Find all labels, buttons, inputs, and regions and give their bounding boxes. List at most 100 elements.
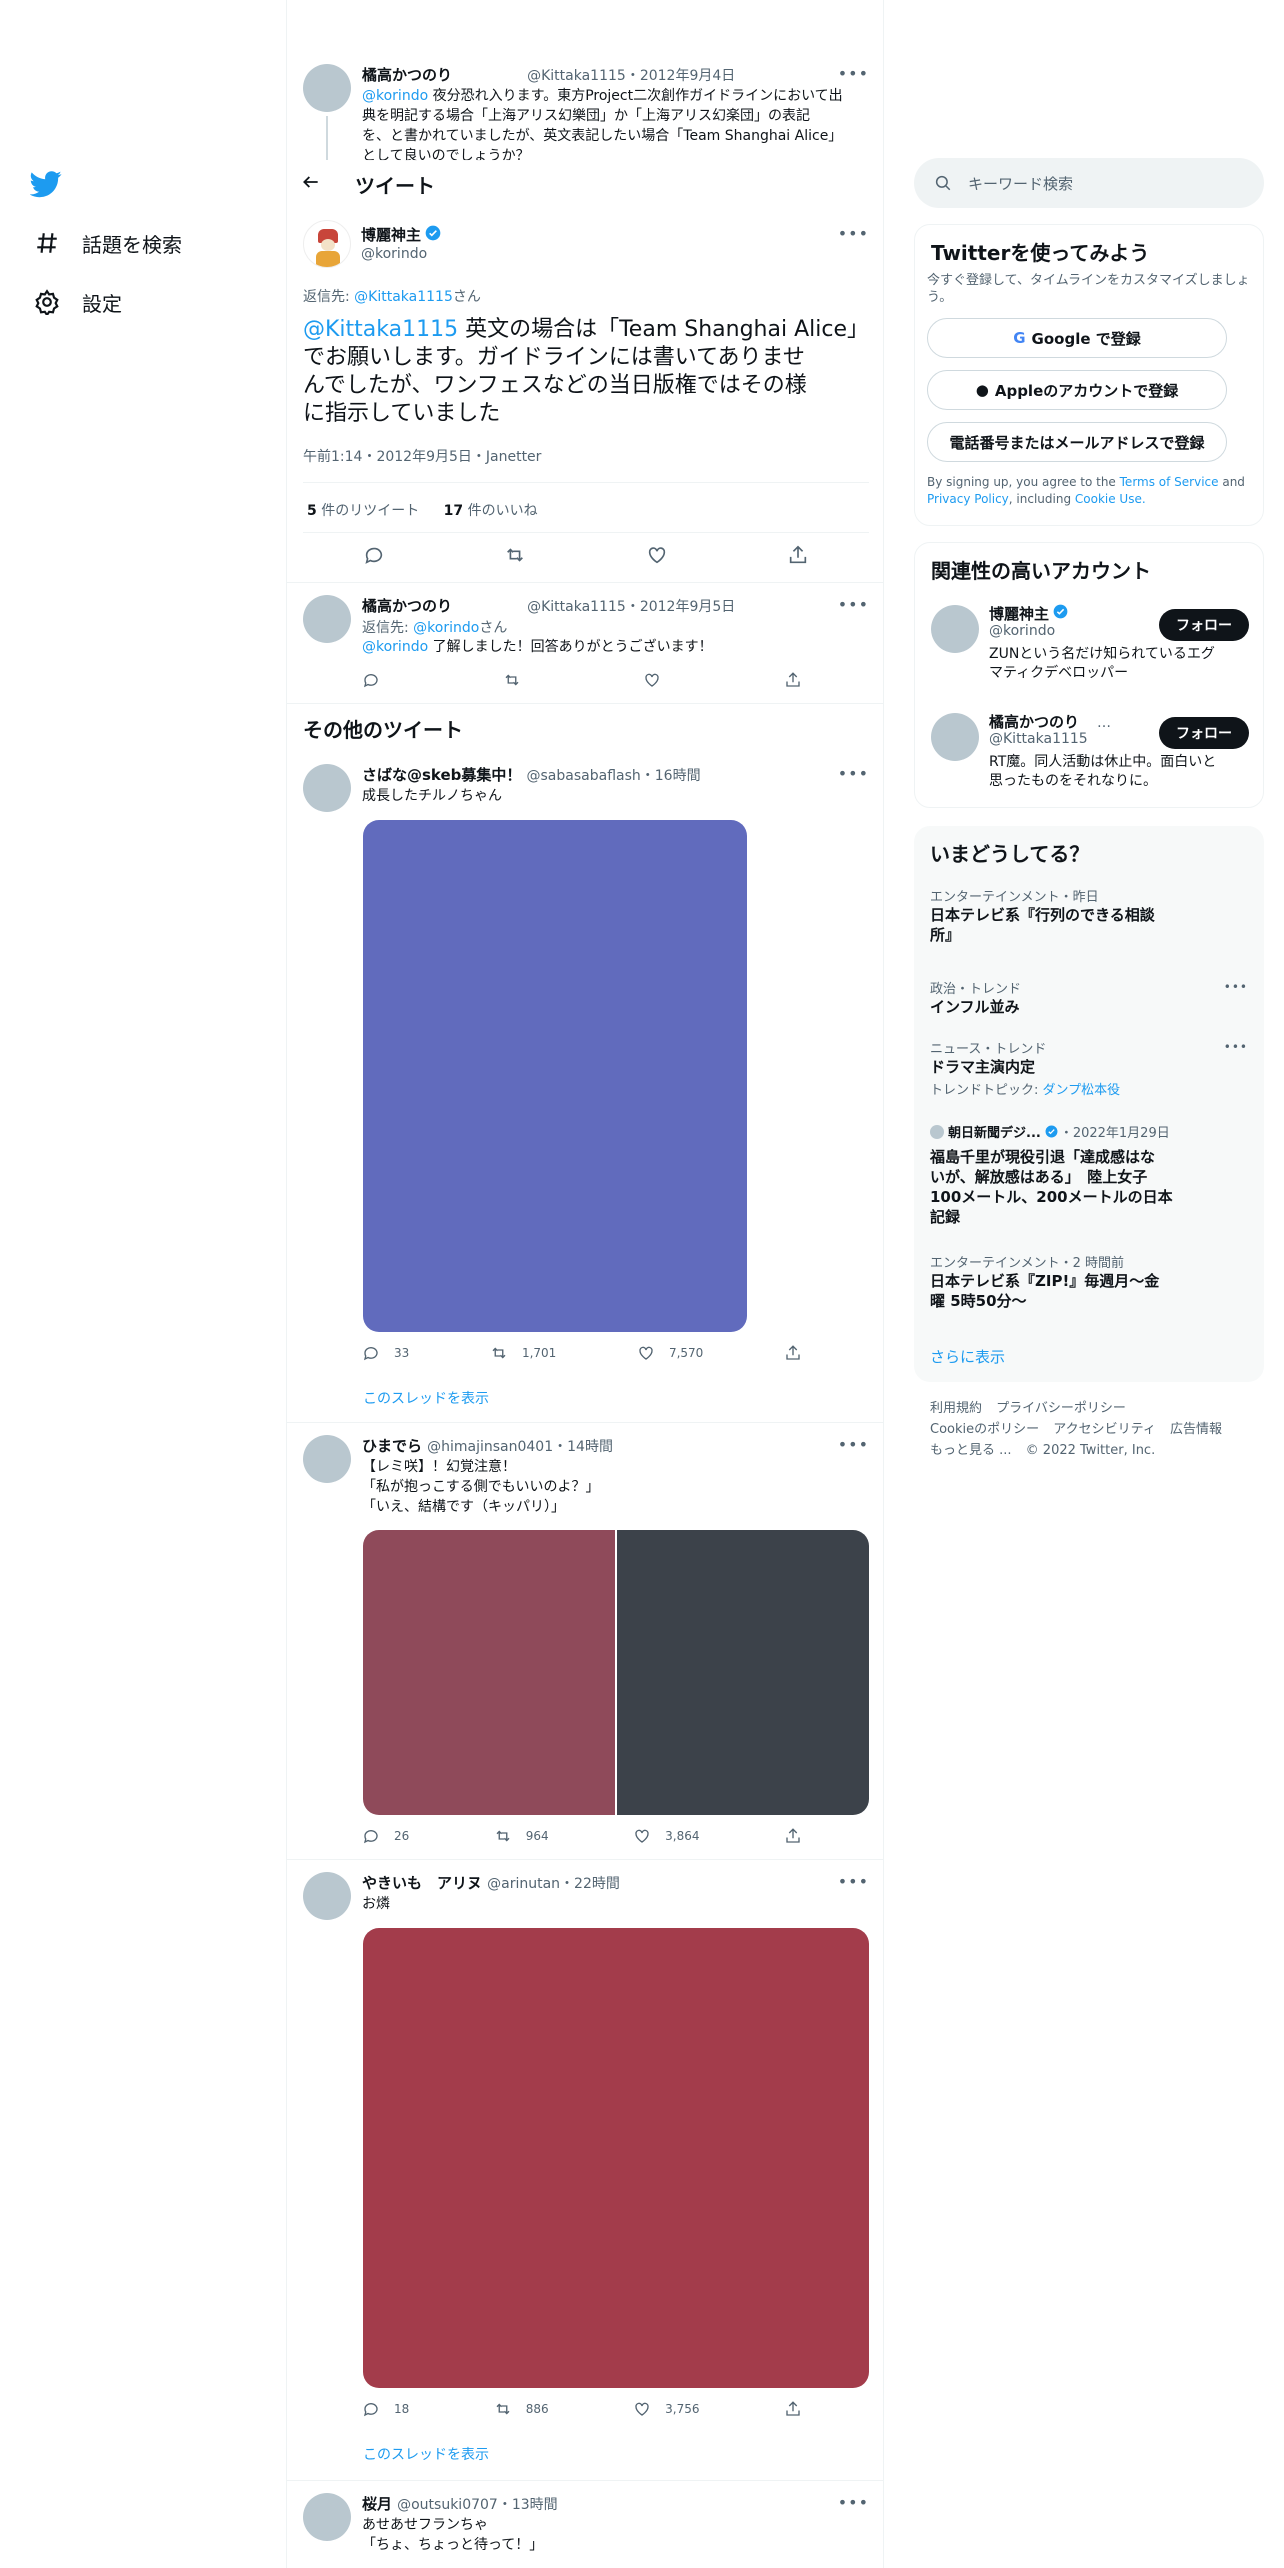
reply-button[interactable]: 26 [362, 1827, 409, 1845]
more-icon[interactable]: ••• [838, 2493, 869, 2512]
footer-more-link[interactable]: もっと見る ... [930, 1443, 1012, 1458]
trend-item[interactable]: エンターテインメント・昨日 日本テレビ系『行列のできる相談 所』 [930, 886, 1250, 945]
avatar[interactable] [303, 595, 351, 643]
author-name[interactable]: 博麗神主 [361, 224, 421, 245]
tweet-timestamp[interactable]: 午前1:14・2012年9月5日・Janetter [303, 446, 541, 466]
tweet-image[interactable] [363, 1928, 869, 2388]
tweet-image[interactable] [617, 1530, 869, 1815]
mention-link[interactable]: @korindo [362, 88, 428, 104]
author-name[interactable]: さばな@skeb募集中！ [362, 766, 521, 784]
cookie-link[interactable]: Cookie Use. [1075, 492, 1146, 506]
avatar[interactable] [303, 220, 351, 268]
retweet-button[interactable]: 886 [494, 2400, 549, 2418]
avatar[interactable] [303, 1435, 351, 1483]
trend-item[interactable]: ニュース・トレンド ドラマ主演内定 トレンドトピック: ダンプ松本役 [930, 1038, 1250, 1098]
more-icon[interactable]: ••• [838, 64, 869, 83]
author-handle[interactable]: @sabasabaflash [527, 768, 641, 784]
share-button[interactable] [784, 1344, 802, 1362]
share-button[interactable] [784, 1827, 802, 1845]
more-icon[interactable]: ••• [1224, 1040, 1248, 1054]
account-handle[interactable]: @korindo [989, 623, 1055, 639]
like-button[interactable]: 3,864 [633, 1827, 700, 1845]
show-more-link[interactable]: さらに表示 [930, 1346, 1005, 1367]
reply-button[interactable] [362, 671, 380, 689]
back-arrow-icon[interactable] [301, 172, 325, 196]
mention-link[interactable]: @korindo [362, 639, 428, 655]
like-icon[interactable] [646, 544, 668, 570]
author-name[interactable]: 橘高かつのり [362, 66, 452, 84]
like-button[interactable]: 7,570 [637, 1344, 703, 1362]
retweet-button[interactable]: 1,701 [490, 1344, 556, 1362]
account-card[interactable]: 橘高かつのり… @Kittaka1115 フォロー RT魔。同人活動は休止中。面… [915, 709, 1265, 805]
nav-settings[interactable]: 設定 [32, 287, 122, 317]
feed-tweet[interactable]: やきいも アリヌ @arinutan・22時間 ••• お燐 18 886 3,… [287, 1860, 883, 2480]
more-icon[interactable]: ••• [838, 764, 869, 783]
account-name[interactable]: 博麗神主 [989, 603, 1049, 624]
feed-tweet[interactable]: 桜月 @outsuki0707・13時間 ••• あせあせフランちゃ 「ちょ、ち… [287, 2481, 883, 2568]
avatar[interactable] [303, 64, 351, 112]
phone-signup-button[interactable]: 電話番号またはメールアドレスで登録 [927, 422, 1227, 462]
trend-item[interactable]: 政治・トレンド インフル並み [930, 978, 1250, 1017]
tweet-date[interactable]: 2012年9月5日 [640, 599, 735, 615]
search-box[interactable]: キーワード検索 [914, 158, 1264, 208]
more-icon[interactable]: ••• [1224, 980, 1248, 994]
tweet-image[interactable] [363, 1530, 615, 1815]
tweet-time[interactable]: 16時間 [655, 768, 701, 784]
avatar[interactable] [303, 764, 351, 812]
follow-button[interactable]: フォロー [1159, 717, 1249, 749]
feed-tweet[interactable]: さばな@skeb募集中！ @sabasabaflash・16時間 ••• 成長し… [287, 752, 883, 1422]
tweet-time[interactable]: 14時間 [567, 1439, 613, 1455]
reply-tweet[interactable]: 橘高かつのり @Kittaka1115・2012年9月5日 ••• 返信先: @… [287, 583, 883, 703]
reply-to-link[interactable]: @Kittaka1115 [354, 289, 453, 305]
avatar[interactable] [303, 2493, 351, 2541]
author-handle[interactable]: @himajinsan0401 [427, 1439, 553, 1455]
apple-signup-button[interactable]: ● Appleのアカウントで登録 [927, 370, 1227, 410]
show-thread-link[interactable]: このスレッドを表示 [363, 1388, 489, 1408]
footer-terms-link[interactable]: 利用規約 [930, 1401, 982, 1416]
search-input[interactable]: キーワード検索 [968, 173, 1073, 194]
author-name[interactable]: 桜月 [362, 2495, 392, 2513]
twitter-logo-icon[interactable] [29, 168, 62, 204]
author-handle[interactable]: @Kittaka1115 [527, 599, 626, 615]
author-name[interactable]: 橘高かつのり [362, 597, 452, 615]
account-card[interactable]: 博麗神主 @korindo フォロー ZUNという名だけ知られているエグ マティク… [915, 601, 1265, 697]
show-thread-link[interactable]: このスレッドを表示 [363, 2444, 489, 2464]
likes-count[interactable]: 17 件のいいね [444, 503, 538, 519]
like-button[interactable] [643, 671, 661, 689]
share-button[interactable] [784, 671, 802, 689]
retweets-count[interactable]: 5 件のリツイート [307, 503, 419, 519]
google-signup-button[interactable]: G Google で登録 [927, 318, 1227, 358]
account-name[interactable]: 橘高かつのり [989, 713, 1079, 731]
tweet-date[interactable]: 2012年9月4日 [640, 68, 735, 84]
tweet-time[interactable]: 13時間 [512, 2497, 558, 2513]
privacy-link[interactable]: Privacy Policy [927, 492, 1009, 506]
share-button[interactable] [784, 2400, 802, 2418]
trend-topic-link[interactable]: ダンプ松本役 [1043, 1083, 1121, 1098]
footer-ads-link[interactable]: 広告情報 [1170, 1422, 1222, 1437]
author-handle[interactable]: @Kittaka1115 [527, 68, 626, 84]
author-handle[interactable]: @outsuki0707 [397, 2497, 498, 2513]
reply-button[interactable]: 33 [362, 1344, 409, 1362]
more-icon[interactable]: ••• [838, 595, 869, 614]
follow-button[interactable]: フォロー [1159, 609, 1249, 641]
parent-tweet[interactable]: 橘高かつのり @Kittaka1115・2012年9月4日 ••• @korin… [287, 56, 883, 164]
footer-accessibility-link[interactable]: アクセシビリティ [1053, 1422, 1156, 1437]
nav-explore[interactable]: 話題を検索 [32, 228, 182, 258]
more-icon[interactable]: ••• [838, 224, 869, 243]
terms-link[interactable]: Terms of Service [1120, 475, 1219, 489]
tweet-time[interactable]: 22時間 [574, 1876, 620, 1892]
author-handle[interactable]: @arinutan [487, 1876, 560, 1892]
retweet-button[interactable]: 964 [494, 1827, 549, 1845]
account-handle[interactable]: @Kittaka1115 [989, 731, 1088, 747]
mention-link[interactable]: @Kittaka1115 [303, 317, 458, 342]
avatar[interactable] [303, 1872, 351, 1920]
trend-item[interactable]: 朝日新聞デジ... ・2022年1月29日 福島千里が現役引退「達成感はな いが… [930, 1122, 1250, 1227]
reply-to-link[interactable]: @korindo [413, 620, 479, 636]
reply-button[interactable]: 18 [362, 2400, 409, 2418]
tweet-image[interactable] [363, 820, 747, 1332]
footer-privacy-link[interactable]: プライバシーポリシー [996, 1401, 1126, 1416]
more-icon[interactable]: ••• [838, 1872, 869, 1891]
author-name[interactable]: やきいも アリヌ [362, 1874, 482, 1892]
author-handle[interactable]: @korindo [361, 246, 427, 262]
retweet-icon[interactable] [504, 544, 526, 570]
